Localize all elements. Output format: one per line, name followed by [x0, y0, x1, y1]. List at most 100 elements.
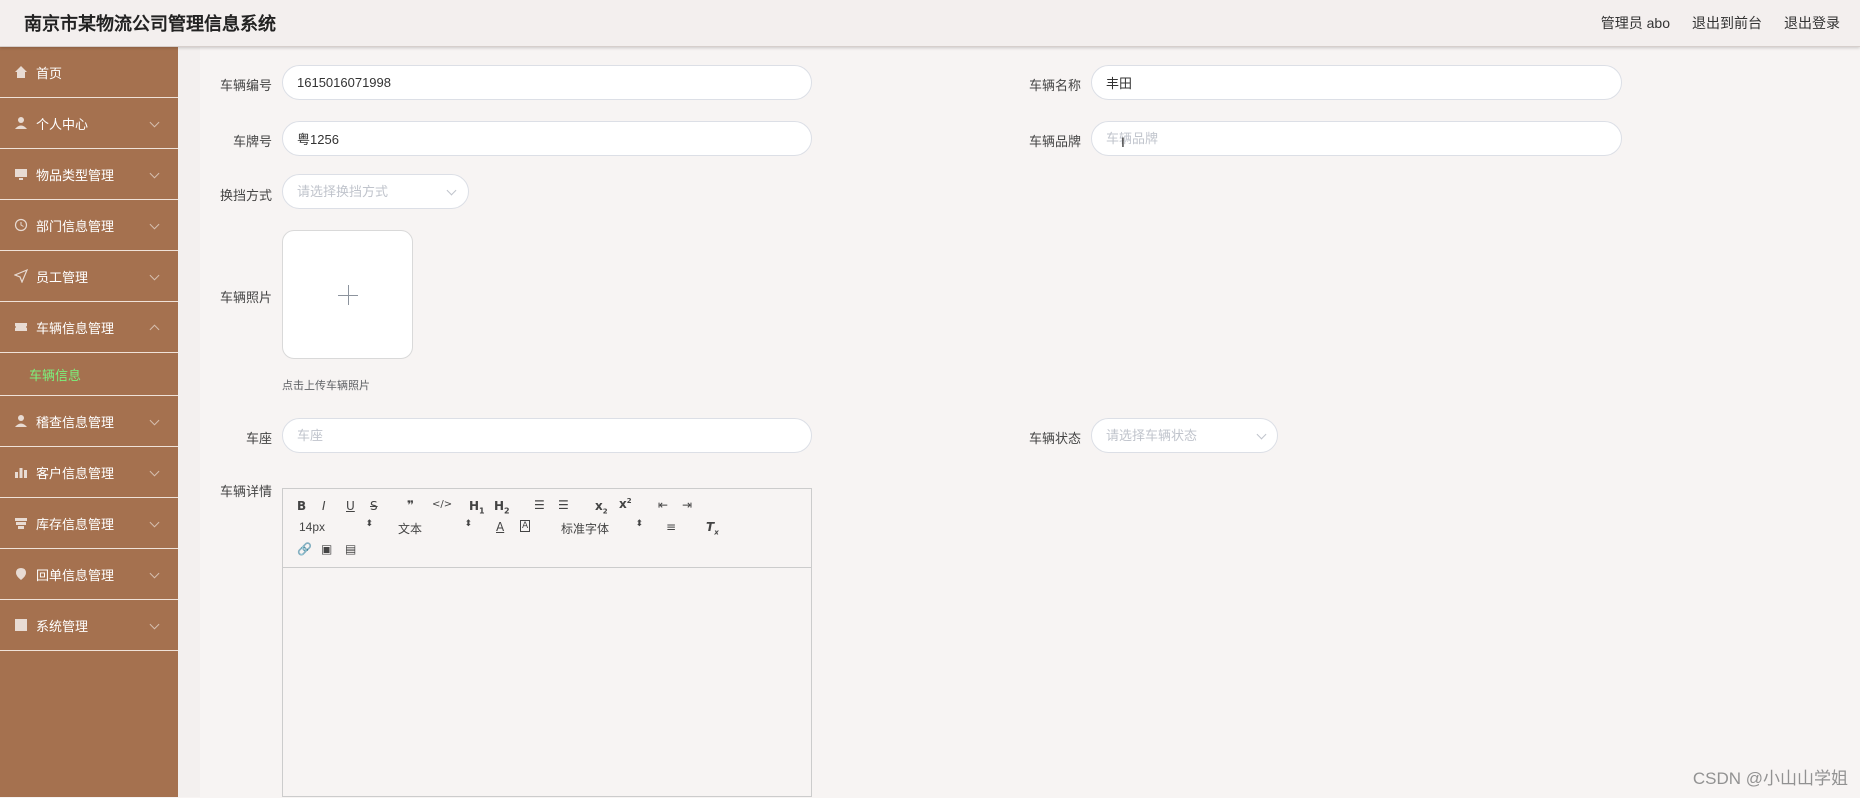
bullet-list-icon[interactable]: ☰ [558, 498, 569, 512]
top-bar: 南京市某物流公司管理信息系统 管理员 abo 退出到前台 退出登录 [0, 0, 1860, 47]
bar-chart-icon [14, 465, 28, 479]
status-select[interactable] [1091, 418, 1278, 453]
chevron-down-icon [150, 467, 160, 477]
clear-format-icon[interactable]: Tx [706, 520, 719, 536]
gear-label: 换挡方式 [192, 185, 272, 204]
sidebar-item-inventory[interactable]: 库存信息管理 [0, 498, 178, 549]
sidebar-item-personal[interactable]: 个人中心 [0, 98, 178, 149]
font-size-select[interactable]: 14px ⬍ [299, 520, 373, 534]
sidebar-item-customer[interactable]: 客户信息管理 [0, 447, 178, 498]
select-arrows-icon: ⬍ [464, 518, 472, 529]
sidebar-item-label: 回单信息管理 [36, 565, 114, 584]
sidebar-item-home[interactable]: 首页 [0, 47, 178, 98]
sidebar-item-label: 物品类型管理 [36, 165, 114, 184]
chevron-up-icon [150, 325, 160, 335]
submenu-item-vehicle-info[interactable]: 车辆信息 [0, 353, 178, 396]
font-family-select[interactable]: 标准字体⬍ [561, 520, 643, 537]
sidebar-item-label: 客户信息管理 [36, 463, 114, 482]
status-label: 车辆状态 [1001, 428, 1081, 447]
chevron-down-icon [150, 518, 160, 528]
text-cursor-icon: I [1121, 134, 1125, 150]
editor-toolbar: B I U S ❞ </> H1 H2 ☰ ☰ x2 x2 ⇤ ⇥ 14px⬍ … [283, 489, 811, 568]
brand-input[interactable] [1091, 121, 1622, 156]
sidebar-item-label: 员工管理 [36, 267, 88, 286]
sidebar: 首页 个人中心 物品类型管理 部门信息管理 员工管理 车辆信息管理 车辆信息 稽… [0, 47, 178, 797]
blockquote-icon[interactable]: ❞ [407, 498, 414, 512]
bold-icon[interactable]: B [297, 499, 306, 513]
brand-label: 车辆品牌 [1001, 131, 1081, 150]
ticket-icon [14, 320, 28, 334]
logout-link[interactable]: 退出登录 [1784, 13, 1840, 33]
top-nav: 管理员 abo 退出到前台 退出登录 [1601, 13, 1840, 33]
seats-input[interactable] [282, 418, 812, 453]
heading-2-icon[interactable]: H2 [494, 499, 510, 515]
plate-input[interactable] [282, 121, 812, 156]
send-icon [14, 269, 28, 283]
sidebar-item-label: 个人中心 [36, 114, 88, 133]
upload-tip: 点击上传车辆照片 [282, 377, 370, 393]
grid-icon [14, 618, 28, 632]
clock-icon [14, 218, 28, 232]
monitor-icon [14, 167, 28, 181]
photo-label: 车辆照片 [192, 287, 272, 306]
user-icon [14, 116, 28, 130]
chevron-down-icon [150, 620, 160, 630]
detail-label: 车辆详情 [192, 481, 272, 500]
text-type-select[interactable]: 文本⬍ [398, 520, 472, 537]
vehicle-name-input[interactable] [1091, 65, 1622, 100]
sidebar-item-vehicle[interactable]: 车辆信息管理 [0, 302, 178, 353]
photo-upload-button[interactable] [282, 230, 413, 359]
vehicle-name-label: 车辆名称 [1001, 75, 1081, 94]
chevron-down-icon [150, 271, 160, 281]
app-title: 南京市某物流公司管理信息系统 [24, 10, 276, 36]
indent-icon[interactable]: ⇥ [682, 498, 692, 512]
sidebar-item-label: 首页 [36, 63, 62, 82]
watermark: CSDN @小山山学姐 [1693, 764, 1848, 789]
sidebar-item-goods-type[interactable]: 物品类型管理 [0, 149, 178, 200]
ordered-list-icon[interactable]: ☰ [534, 498, 545, 512]
select-arrows-icon: ⬍ [365, 518, 373, 529]
underline-icon[interactable]: U [346, 499, 355, 513]
rich-text-editor: B I U S ❞ </> H1 H2 ☰ ☰ x2 x2 ⇤ ⇥ 14px⬍ … [282, 488, 812, 797]
editor-body[interactable] [283, 568, 811, 798]
video-icon[interactable]: ▤ [345, 542, 356, 556]
admin-user-link[interactable]: 管理员 abo [1601, 13, 1670, 33]
sidebar-item-system[interactable]: 系统管理 [0, 600, 178, 651]
seats-label: 车座 [192, 428, 272, 447]
image-icon[interactable]: ▣ [321, 542, 332, 556]
superscript-icon[interactable]: x2 [619, 497, 632, 511]
gear-select[interactable] [282, 174, 469, 209]
sidebar-item-label: 车辆信息管理 [36, 318, 114, 337]
background-color-icon[interactable]: A [520, 520, 530, 532]
subscript-icon[interactable]: x2 [595, 499, 608, 515]
chevron-down-icon [150, 169, 160, 179]
select-arrows-icon: ⬍ [635, 518, 643, 529]
align-icon[interactable]: ≡ [666, 520, 676, 534]
heading-1-icon[interactable]: H1 [469, 499, 485, 515]
sidebar-item-label: 稽查信息管理 [36, 412, 114, 431]
stack-icon [14, 516, 28, 530]
plate-label: 车牌号 [192, 131, 272, 150]
exit-to-front-link[interactable]: 退出到前台 [1692, 13, 1762, 33]
sidebar-item-inspection[interactable]: 稽查信息管理 [0, 396, 178, 447]
chevron-down-icon [150, 569, 160, 579]
font-size-value: 14px [299, 520, 325, 534]
italic-icon[interactable]: I [322, 499, 326, 513]
sidebar-item-staff[interactable]: 员工管理 [0, 251, 178, 302]
font-color-icon[interactable]: A [496, 520, 504, 534]
sidebar-item-receipt[interactable]: 回单信息管理 [0, 549, 178, 600]
home-icon [14, 65, 28, 79]
chevron-down-icon [150, 220, 160, 230]
chevron-down-icon [150, 118, 160, 128]
outdent-icon[interactable]: ⇤ [658, 498, 668, 512]
sidebar-item-department[interactable]: 部门信息管理 [0, 200, 178, 251]
content-gutter [178, 47, 200, 797]
location-icon [14, 567, 28, 581]
code-block-icon[interactable]: </> [432, 499, 452, 510]
strikethrough-icon[interactable]: S [370, 499, 378, 513]
plus-icon-vertical [348, 285, 349, 305]
sidebar-item-label: 库存信息管理 [36, 514, 114, 533]
link-icon[interactable]: 🔗 [297, 542, 312, 556]
sidebar-item-label: 部门信息管理 [36, 216, 114, 235]
vehicle-no-input[interactable] [282, 65, 812, 100]
